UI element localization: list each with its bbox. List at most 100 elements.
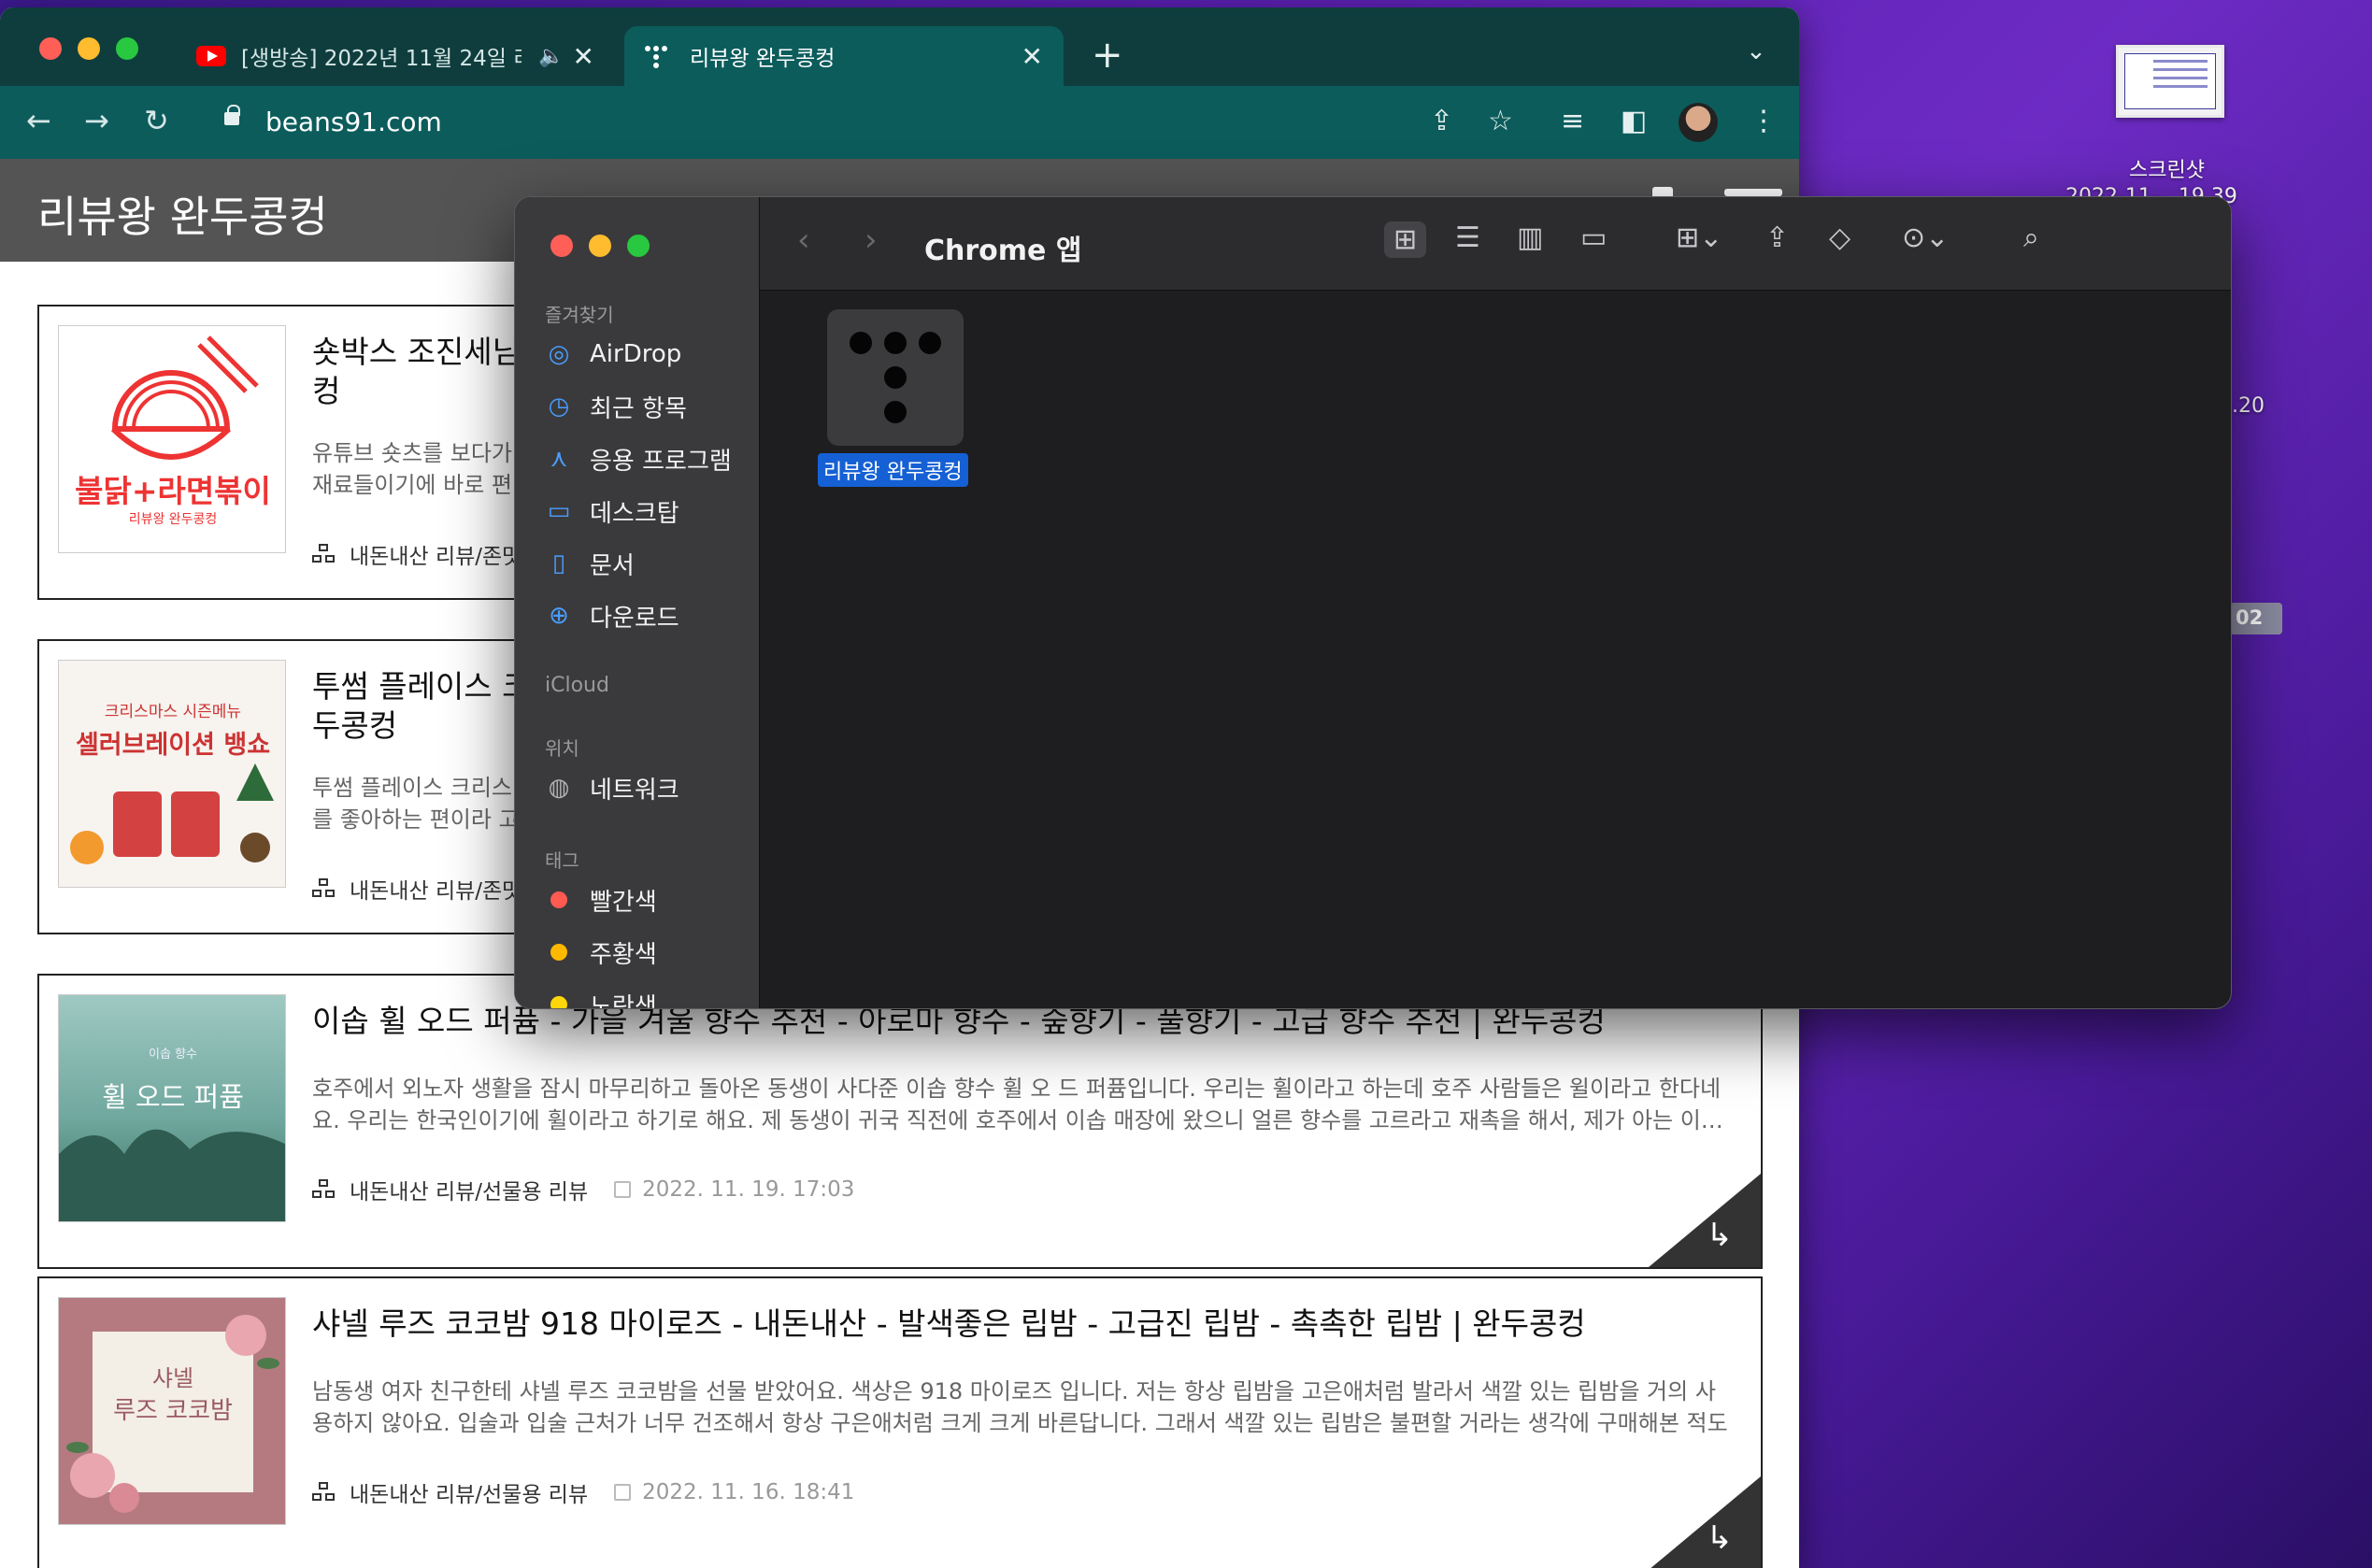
app-dots-icon [645,44,673,68]
sidebar-section-icloud[interactable]: iCloud [545,674,609,697]
lock-icon[interactable] [224,105,240,125]
icon-view-icon[interactable]: ⊞ [1384,221,1427,258]
file-name-label[interactable]: 리뷰왕 완두콩컹 [818,453,968,487]
sidebar-item-label: 빨간색 [590,888,657,917]
share-icon[interactable]: ⇪ [1430,105,1453,137]
sidebar-item-airdrop[interactable]: ◎ AirDrop [545,335,682,373]
media-control-icon[interactable]: ≡ [1561,105,1584,137]
sidebar-tag-red[interactable]: 빨간색 [545,881,657,919]
category-tree-icon [312,1179,336,1200]
minimize-window-button[interactable] [78,37,100,60]
post-meta: 내돈내산 리뷰/존맛 [312,538,522,570]
post-card[interactable]: 샤넬 루즈 코코밤 샤넬 루즈 코코밤 918 마이로즈 - 내돈내산 - 발색… [37,1276,1763,1568]
close-tab-icon[interactable]: ✕ [1022,41,1043,72]
sidebar-item-network[interactable]: ◍ 네트워크 [545,769,679,806]
group-by-icon[interactable]: ⊞⌄ [1676,221,1722,254]
tab-youtube-live[interactable]: [생방송] 2022년 11월 24일 리 🔈 ✕ [176,26,615,86]
sidebar-item-label: 응용 프로그램 [590,447,732,476]
desktop-partial-label: .20 [2232,394,2265,418]
globe-icon: ◍ [548,774,570,802]
post-category[interactable]: 내돈내산 리뷰/존맛 [350,538,522,570]
tag-color-dot [550,891,567,908]
address-bar[interactable]: beans91.com [204,95,1512,150]
post-thumbnail[interactable]: 불닭+라면볶이 리뷰왕 완두콩컹 [58,325,286,553]
post-thumbnail[interactable]: 크리스마스 시즌메뉴 셀러브레이션 뱅쇼 [58,660,286,888]
sidebar-item-desktop[interactable]: ▭ 데스크탑 [545,492,679,530]
thumbnail-subtext: 리뷰왕 완두콩컹 [128,512,218,527]
speaker-icon[interactable]: 🔈 [538,45,564,68]
url-text[interactable]: beans91.com [265,107,442,137]
site-title[interactable]: 리뷰왕 완두콩컹 [37,183,328,245]
sidebar-item-recents[interactable]: ◷ 최근 항목 [545,388,687,425]
menu-bar-icon[interactable] [1724,189,1782,196]
calendar-icon [614,1484,632,1501]
thumbnail-top-text: 크리스마스 시즌메뉴 [104,703,242,721]
airdrop-icon: ◎ [548,340,570,368]
zoom-window-button[interactable] [627,235,650,257]
more-menu-icon[interactable]: ⋮ [1750,105,1778,137]
sidebar-item-label: 주황색 [590,940,657,969]
post-title[interactable]: 샤넬 루즈 코코밤 918 마이로즈 - 내돈내산 - 발색좋은 립밤 - 고급… [312,1304,1733,1344]
thumbnail-text: 셀러브레이션 뱅쇼 [75,731,271,760]
post-category[interactable]: 내돈내산 리뷰/선물용 리뷰 [350,1476,588,1508]
tab-review-king[interactable]: 리뷰왕 완두콩컹 ✕ [624,26,1064,86]
post-category[interactable]: 내돈내산 리뷰/존맛 [350,873,522,905]
chrome-tab-strip: [생방송] 2022년 11월 24일 리 🔈 ✕ 리뷰왕 완두콩컹 ✕ + ⌄ [0,7,1799,86]
profile-avatar[interactable] [1679,103,1718,142]
close-tab-icon[interactable]: ✕ [573,41,594,72]
minimize-window-button[interactable] [589,235,611,257]
desktop-icon: ▭ [547,497,571,525]
sidebar-section-favorites: 즐겨찾기 [545,304,614,326]
sidebar-tag-yellow[interactable]: 노란색 [545,986,657,1008]
forward-arrow-icon[interactable]: → [84,103,109,138]
clock-icon: ◷ [548,392,570,421]
calendar-icon [614,1181,632,1198]
finder-file-item[interactable]: 리뷰왕 완두콩컹 [818,309,968,487]
share-arrow-icon[interactable]: ↳ [1707,1217,1734,1254]
thumbnail-text: 불닭+라면볶이 [75,473,271,509]
app-dots-icon [827,309,964,446]
post-date: 2022. 11. 19. 17:03 [614,1177,854,1202]
finder-window: 즐겨찾기 ◎ AirDrop ◷ 최근 항목 ⋏ 응용 프로그램 ▭ 데스크탑 ▯ 문서 … [514,196,2232,1009]
side-panel-icon[interactable]: ◧ [1621,105,1647,137]
gallery-view-icon[interactable]: ▭ [1580,221,1607,254]
mulled-wine-icon [70,763,274,864]
new-tab-button[interactable]: + [1092,34,1123,77]
bookmark-star-icon[interactable]: ☆ [1488,105,1513,137]
youtube-icon [196,46,226,66]
close-window-button[interactable] [550,235,573,257]
back-arrow-icon[interactable]: ← [26,103,51,138]
screenshot-file-thumbnail[interactable] [2116,45,2224,118]
close-window-button[interactable] [39,37,62,60]
category-tree-icon [312,1482,336,1503]
post-date: 2022. 11. 16. 18:41 [614,1480,854,1504]
post-category[interactable]: 내돈내산 리뷰/선물용 리뷰 [350,1174,588,1205]
sidebar-tag-orange[interactable]: 주황색 [545,934,657,971]
post-card[interactable]: 이솝 향수 휠 오드 퍼퓸 이솝 휠 오드 퍼퓸 - 가을 겨울 향수 추천 -… [37,974,1763,1269]
sidebar-item-documents[interactable]: ▯ 문서 [545,545,635,582]
back-chevron-icon[interactable]: ‹ [797,221,810,259]
sidebar-item-label: 데스크탑 [590,499,679,528]
sidebar-item-downloads[interactable]: ⊕ 다운로드 [545,597,679,634]
post-thumbnail[interactable]: 샤넬 루즈 코코밤 [58,1297,286,1525]
list-view-icon[interactable]: ☰ [1455,221,1480,254]
forward-chevron-icon[interactable]: › [864,221,878,259]
reload-icon[interactable]: ↻ [144,103,169,138]
column-view-icon[interactable]: ▥ [1517,221,1543,254]
sidebar-item-label: 다운로드 [590,604,679,633]
tag-icon[interactable]: ◇ [1829,221,1850,254]
more-actions-icon[interactable]: ⊙⌄ [1902,221,1949,254]
window-controls [39,37,138,60]
tag-color-dot [550,944,567,961]
share-icon[interactable]: ⇪ [1765,221,1789,254]
share-arrow-icon[interactable]: ↳ [1707,1519,1734,1557]
desktop-partial-chip: 02 [2230,603,2282,634]
tab-search-chevron-icon[interactable]: ⌄ [1746,37,1766,65]
search-icon[interactable]: ⌕ [2023,221,2039,254]
desktop-item-label[interactable]: 스크린샷 [2129,153,2205,183]
tag-color-dot [550,996,567,1008]
zoom-window-button[interactable] [116,37,138,60]
post-thumbnail[interactable]: 이솝 향수 휠 오드 퍼퓸 [58,994,286,1222]
sidebar-item-applications[interactable]: ⋏ 응용 프로그램 [545,440,732,478]
sidebar-item-label: AirDrop [590,340,682,368]
